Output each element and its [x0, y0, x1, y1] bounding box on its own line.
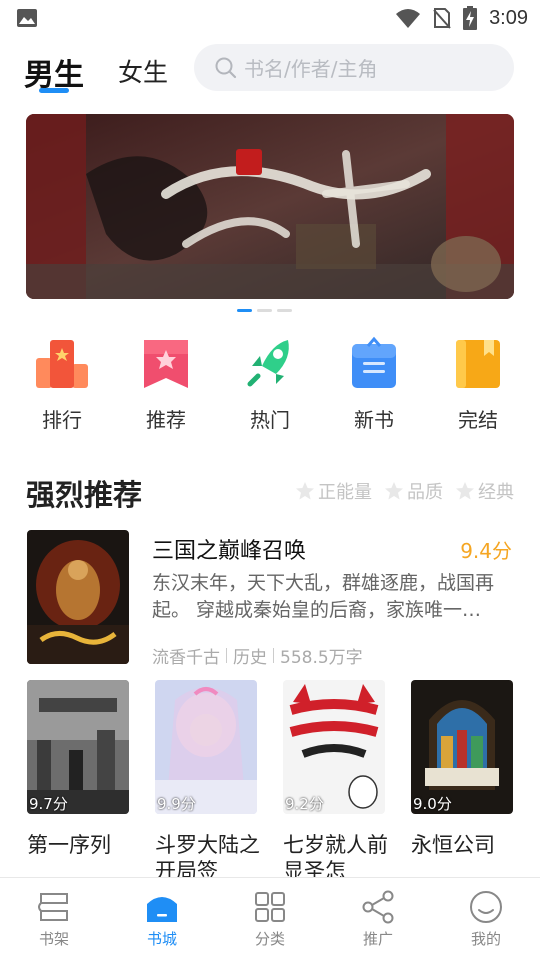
wifi-icon [396, 9, 421, 28]
book-word-count: 558.5万字 [280, 648, 363, 668]
book-card[interactable]: 9.0分 永恒公司 [411, 680, 513, 886]
category-hot[interactable]: 热门 [218, 336, 322, 433]
category-completed[interactable]: 完结 [426, 336, 530, 433]
book-cover[interactable]: 9.0分 [411, 680, 513, 814]
category-new[interactable]: 新书 [322, 336, 426, 433]
promo-banner[interactable] [26, 114, 514, 299]
profile-icon [470, 891, 502, 923]
new-book-icon [352, 336, 396, 388]
banner-pagination [237, 309, 292, 312]
category-label: 新书 [354, 408, 394, 432]
book-card[interactable]: 9.9分 斗罗大陆之开局签 [155, 680, 260, 886]
category-label: 推荐 [146, 408, 186, 432]
book-genre: 历史 [233, 648, 267, 668]
completed-book-icon [456, 340, 500, 388]
section-filters: 正能量 品质 经典 [295, 478, 514, 504]
battery-charging-icon [463, 6, 478, 30]
star-icon [296, 482, 314, 500]
book-score: 9.7分 [29, 795, 68, 813]
nav-label: 分类 [254, 930, 285, 948]
nav-label: 我的 [470, 930, 501, 948]
nav-label: 书架 [38, 930, 69, 948]
section-title: 强烈推荐 [26, 478, 143, 512]
category-label: 排行 [42, 408, 82, 432]
nav-label: 推广 [362, 930, 393, 948]
category-grid-icon [255, 892, 285, 922]
filter-positive-energy[interactable]: 正能量 [295, 478, 372, 504]
book-score: 9.2分 [285, 795, 324, 813]
featured-book-cover[interactable] [27, 530, 129, 664]
banner-dot[interactable] [277, 309, 292, 312]
nav-promote[interactable]: 推广 [324, 878, 432, 960]
category-label: 热门 [250, 408, 290, 432]
featured-book-title[interactable]: 三国之巅峰召唤 [152, 533, 306, 565]
filter-label: 品质 [407, 482, 443, 503]
meta-divider [226, 648, 227, 663]
bookshelf-icon [38, 893, 68, 921]
tab-active-indicator [39, 88, 69, 93]
featured-book-meta: 流香千古 历史 558.5万字 [152, 643, 363, 668]
category-recommend[interactable]: 推荐 [114, 336, 218, 433]
category-shortcuts: 排行 推荐 热门 新书 完结 [10, 336, 530, 433]
nav-category[interactable]: 分类 [216, 878, 324, 960]
search-placeholder: 书名/作者/主角 [244, 57, 378, 81]
book-score: 9.0分 [413, 795, 452, 813]
ranking-icon [36, 340, 88, 388]
book-author: 流香千古 [152, 648, 220, 668]
banner-dot[interactable] [257, 309, 272, 312]
filter-quality[interactable]: 品质 [384, 478, 443, 504]
book-cover[interactable]: 9.2分 [283, 680, 385, 814]
star-icon [385, 482, 403, 500]
banner-dot[interactable] [237, 309, 252, 312]
filter-label: 经典 [478, 482, 514, 503]
nav-bookshelf[interactable]: 书架 [0, 878, 108, 960]
search-icon [215, 57, 237, 78]
status-time: 3:09 [489, 6, 528, 29]
filter-label: 正能量 [318, 482, 372, 503]
featured-book-description: 东汉末年，天下大乱，群雄逐鹿，战国再起。 穿越成秦始皇的后裔，家族唯一… [152, 572, 495, 621]
book-cover[interactable]: 9.7分 [27, 680, 129, 814]
book-card[interactable]: 9.7分 第一序列 [27, 680, 129, 886]
nav-label: 书城 [146, 930, 177, 948]
book-cover[interactable]: 9.9分 [155, 680, 257, 814]
recommend-icon [144, 340, 188, 388]
no-sim-icon [433, 8, 451, 29]
bottom-navigation: 书架 书城 分类 推广 我的 [0, 877, 540, 960]
search-input[interactable]: 书名/作者/主角 [194, 44, 514, 91]
filter-classic[interactable]: 经典 [455, 478, 514, 504]
rocket-icon [247, 340, 289, 387]
star-icon [456, 482, 474, 500]
meta-divider [273, 648, 274, 663]
status-bar: 3:09 [0, 0, 540, 36]
nav-profile[interactable]: 我的 [432, 878, 540, 960]
bookstore-icon [147, 897, 177, 922]
book-score: 9.9分 [157, 795, 196, 813]
tab-female[interactable]: 女生 [118, 53, 168, 89]
book-card[interactable]: 9.2分 七岁就人前显圣怎 [283, 680, 388, 886]
category-ranking[interactable]: 排行 [10, 336, 114, 433]
category-label: 完结 [458, 408, 498, 432]
nav-bookstore[interactable]: 书城 [108, 878, 216, 960]
image-icon [17, 9, 37, 27]
share-icon [362, 890, 394, 924]
featured-book-score: 9.4分 [460, 539, 512, 563]
